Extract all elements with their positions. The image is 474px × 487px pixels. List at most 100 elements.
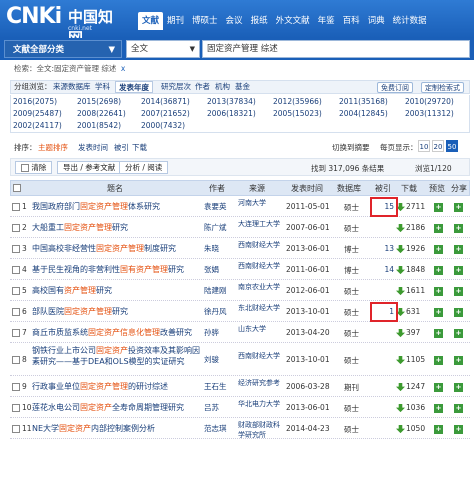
row-checkbox[interactable]: [12, 203, 20, 211]
author-link[interactable]: 徐丹风: [204, 307, 238, 317]
author-link[interactable]: 张娟: [204, 265, 238, 275]
nav-tab-yearbooks[interactable]: 年鉴: [314, 12, 339, 30]
switch-summary-link[interactable]: 切换到摘要: [332, 142, 370, 153]
source-link[interactable]: 南京农业大学: [238, 282, 284, 292]
year-link[interactable]: 2004(12845): [339, 109, 388, 118]
custom-query-button[interactable]: 定制检索式: [421, 82, 464, 93]
share-icon[interactable]: +: [454, 224, 463, 233]
group-tab-source-db[interactable]: 来源数据库: [53, 81, 91, 93]
source-link[interactable]: 山东大学: [238, 324, 284, 334]
year-link[interactable]: 2011(35168): [339, 97, 388, 106]
col-source[interactable]: 来源: [249, 183, 265, 194]
preview-icon[interactable]: +: [434, 356, 443, 365]
result-title-link[interactable]: 大船重工固定资产管理研究: [32, 222, 202, 233]
year-link[interactable]: 2003(11312): [405, 109, 454, 118]
download-icon[interactable]: [396, 383, 405, 392]
source-link[interactable]: 大连理工大学: [238, 219, 284, 229]
download-icon[interactable]: [396, 245, 405, 254]
result-title-link[interactable]: NE大学固定资产内部控制案例分析: [32, 423, 202, 434]
select-all-checkbox[interactable]: [21, 164, 29, 172]
row-checkbox[interactable]: [12, 287, 20, 295]
row-checkbox[interactable]: [12, 329, 20, 337]
result-title-link[interactable]: 高校国有资产管理研究: [32, 285, 202, 296]
nav-tab-foreign[interactable]: 外文文献: [272, 12, 314, 30]
sort-cited[interactable]: 被引: [114, 142, 129, 153]
row-checkbox[interactable]: [12, 404, 20, 412]
preview-icon[interactable]: +: [434, 404, 443, 413]
result-title-link[interactable]: 莲花水电公司固定资产全寿命周期管理研究: [32, 402, 202, 413]
author-link[interactable]: 袁要英: [204, 202, 238, 212]
source-link[interactable]: 西南财经大学: [238, 261, 284, 271]
author-link[interactable]: 吕苏: [204, 403, 238, 413]
author-link[interactable]: 陈广斌: [204, 223, 238, 233]
per-page-50[interactable]: 50: [446, 140, 458, 152]
year-link[interactable]: 2014(36871): [141, 97, 190, 106]
download-icon[interactable]: [396, 224, 405, 233]
cited-count[interactable]: 14: [372, 265, 394, 274]
search-input[interactable]: 固定资产管理 综述: [202, 40, 470, 58]
clear-button[interactable]: 清除: [15, 161, 53, 174]
preview-icon[interactable]: +: [434, 383, 443, 392]
cnki-logo[interactable]: CNKi 中国知网 cnki.net: [6, 4, 126, 47]
group-tab-year[interactable]: 发表年度: [115, 81, 153, 93]
year-link[interactable]: 2008(22641): [77, 109, 126, 118]
free-subscribe-button[interactable]: 免费订阅: [377, 82, 413, 93]
year-link[interactable]: 2012(35966): [273, 97, 322, 106]
nav-tab-theses[interactable]: 博硕士: [188, 12, 222, 30]
year-link[interactable]: 2002(24117): [13, 121, 62, 130]
year-link[interactable]: 2007(21652): [141, 109, 190, 118]
header-checkbox[interactable]: [13, 184, 21, 192]
download-icon[interactable]: [396, 287, 405, 296]
sort-date[interactable]: 发表时间: [78, 142, 108, 153]
source-link[interactable]: 西南财经大学: [238, 240, 284, 250]
result-title-link[interactable]: 商丘市质监系统固定资产信息化管理改善研究: [32, 327, 202, 338]
scope-select[interactable]: 全文 ▼: [126, 40, 200, 58]
analyze-button[interactable]: 分析 / 阅读: [119, 161, 169, 174]
year-link[interactable]: 2013(37834): [207, 97, 256, 106]
row-checkbox[interactable]: [12, 224, 20, 232]
author-link[interactable]: 陆建刚: [204, 286, 238, 296]
cited-count[interactable]: 13: [372, 244, 394, 253]
author-link[interactable]: 刘骏: [204, 355, 238, 365]
nav-tab-encyclopedia[interactable]: 百科: [339, 12, 364, 30]
share-icon[interactable]: +: [454, 245, 463, 254]
row-checkbox[interactable]: [12, 356, 20, 364]
source-link[interactable]: 华北电力大学: [238, 399, 284, 409]
preview-icon[interactable]: +: [434, 308, 443, 317]
group-tab-level[interactable]: 研究层次: [161, 81, 191, 93]
author-link[interactable]: 孙骅: [204, 328, 238, 338]
year-link[interactable]: 2005(15023): [273, 109, 322, 118]
result-title-link[interactable]: 钢铁行业上市公司固定资产投资效率及其影响因素研究——基于DEA和OLS模型的实证…: [32, 345, 202, 367]
preview-icon[interactable]: +: [434, 287, 443, 296]
share-icon[interactable]: +: [454, 383, 463, 392]
result-title-link[interactable]: 基于民生视角的非营利性国有资产管理研究: [32, 264, 202, 275]
source-link[interactable]: 西南财经大学: [238, 351, 284, 361]
col-download[interactable]: 下载: [401, 183, 417, 194]
category-dropdown[interactable]: 文献全部分类 ▼: [4, 40, 122, 58]
preview-icon[interactable]: +: [434, 266, 443, 275]
group-tab-institution[interactable]: 机构: [215, 81, 230, 93]
per-page-20[interactable]: 20: [432, 140, 444, 152]
author-link[interactable]: 朱晓: [204, 244, 238, 254]
col-database[interactable]: 数据库: [337, 183, 361, 194]
sort-relevance[interactable]: 主题排序: [38, 142, 68, 153]
source-link[interactable]: 东北财经大学: [238, 303, 284, 313]
nav-tab-dictionary[interactable]: 词典: [364, 12, 389, 30]
group-tab-fund[interactable]: 基金: [235, 81, 250, 93]
download-icon[interactable]: [396, 329, 405, 338]
share-icon[interactable]: +: [454, 329, 463, 338]
col-author[interactable]: 作者: [209, 183, 225, 194]
download-icon[interactable]: [396, 266, 405, 275]
col-cited[interactable]: 被引: [375, 183, 391, 194]
close-icon[interactable]: x: [121, 64, 125, 73]
row-checkbox[interactable]: [12, 425, 20, 433]
author-link[interactable]: 范志琪: [204, 424, 238, 434]
share-icon[interactable]: +: [454, 356, 463, 365]
result-title-link[interactable]: 我国政府部门固定资产管理体系研究: [32, 201, 202, 212]
sort-downloads[interactable]: 下载: [132, 142, 147, 153]
share-icon[interactable]: +: [454, 425, 463, 434]
nav-tab-newspapers[interactable]: 报纸: [247, 12, 272, 30]
share-icon[interactable]: +: [454, 308, 463, 317]
download-icon[interactable]: [396, 425, 405, 434]
share-icon[interactable]: +: [454, 266, 463, 275]
